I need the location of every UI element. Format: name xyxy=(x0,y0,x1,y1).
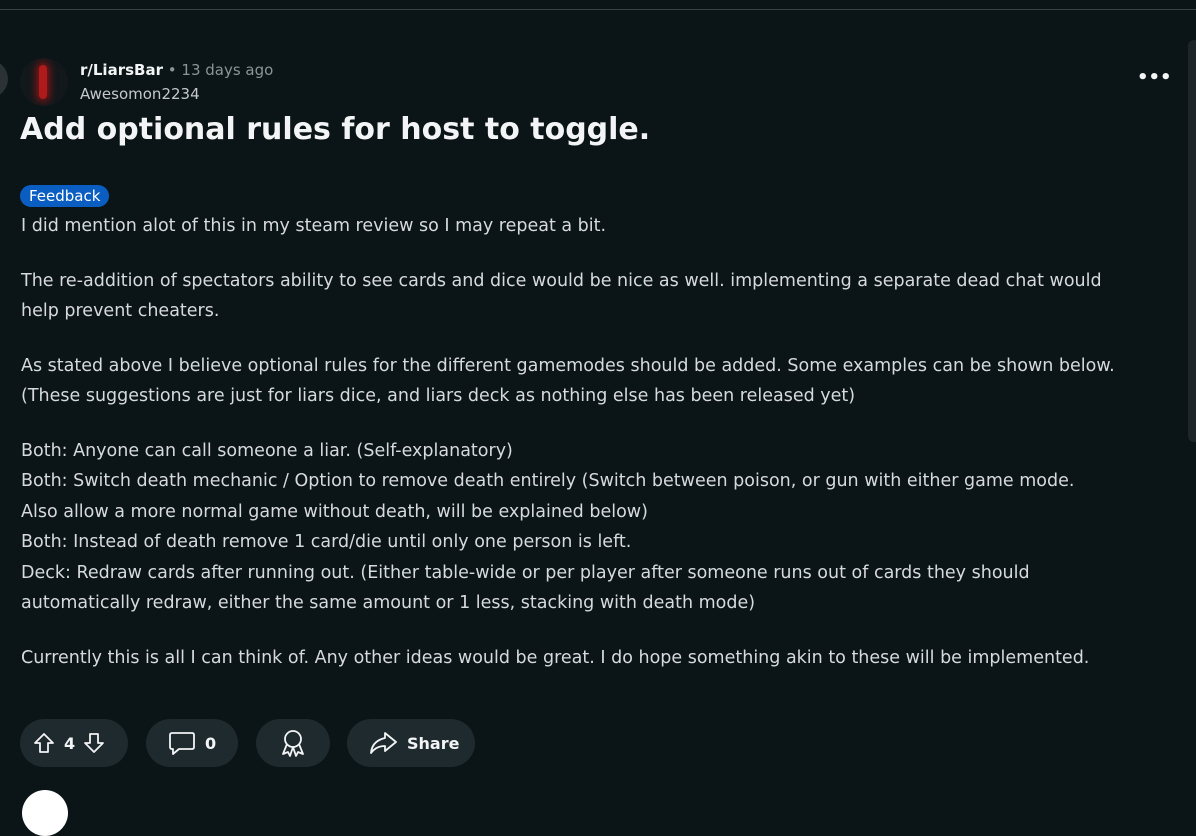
scrollbar[interactable] xyxy=(1188,40,1196,442)
vote-count: 4 xyxy=(64,733,76,753)
subreddit-avatar[interactable] xyxy=(20,58,68,106)
body-line: Deck: Redraw cards after running out. (E… xyxy=(21,562,1030,583)
post-time: 13 days ago xyxy=(181,61,274,79)
top-divider xyxy=(0,9,1196,10)
post-body: I did mention alot of this in my steam r… xyxy=(21,211,1171,697)
subreddit-link[interactable]: r/LiarsBar xyxy=(80,61,163,79)
paragraph: I did mention alot of this in my steam r… xyxy=(21,211,1171,242)
vote-control: 4 xyxy=(20,719,128,767)
body-line: I did mention alot of this in my steam r… xyxy=(21,216,607,236)
author-link[interactable]: Awesomon2234 xyxy=(80,85,200,103)
body-line: Both: Instead of death remove 1 card/die… xyxy=(21,532,632,552)
comment-bubble-icon xyxy=(168,730,196,756)
user-avatar[interactable] xyxy=(22,790,68,836)
more-options-icon[interactable]: ••• xyxy=(1137,66,1172,94)
flair-badge[interactable]: Feedback xyxy=(20,185,110,207)
body-line: Also allow a more normal game without de… xyxy=(21,501,648,522)
share-button[interactable]: Share xyxy=(347,719,475,767)
body-line: help prevent cheaters. xyxy=(21,301,220,321)
meta-separator: • xyxy=(167,61,177,79)
body-line: The re-addition of spectators ability to… xyxy=(21,270,1102,291)
award-ribbon-icon xyxy=(278,728,308,758)
body-line: automatically redraw, either the same am… xyxy=(21,593,756,613)
body-line: Both: Anyone can call someone a liar. (S… xyxy=(21,440,513,461)
body-line: Currently this is all I can think of. An… xyxy=(21,647,1090,668)
share-arrow-icon xyxy=(368,730,398,756)
downvote-arrow-icon[interactable] xyxy=(83,732,105,754)
comment-count: 0 xyxy=(205,733,217,753)
avatar-logo xyxy=(39,65,47,99)
upvote-arrow-icon[interactable] xyxy=(33,732,55,754)
comments-button[interactable]: 0 xyxy=(146,719,238,767)
body-line: As stated above I believe optional rules… xyxy=(21,355,1115,376)
award-button[interactable] xyxy=(256,719,330,767)
back-button[interactable] xyxy=(0,60,8,98)
body-line: (These suggestions are just for liars di… xyxy=(21,386,856,406)
paragraph: Both: Anyone can call someone a liar. (S… xyxy=(21,436,1171,619)
body-line: Both: Switch death mechanic / Option to … xyxy=(21,471,1075,491)
paragraph: Currently this is all I can think of. An… xyxy=(21,643,1171,674)
share-label: Share xyxy=(407,733,460,753)
paragraph: As stated above I believe optional rules… xyxy=(21,351,1171,412)
post-meta: r/LiarsBar • 13 days ago xyxy=(80,61,273,79)
post-title: Add optional rules for host to toggle. xyxy=(20,112,651,147)
paragraph: The re-addition of spectators ability to… xyxy=(21,266,1171,327)
